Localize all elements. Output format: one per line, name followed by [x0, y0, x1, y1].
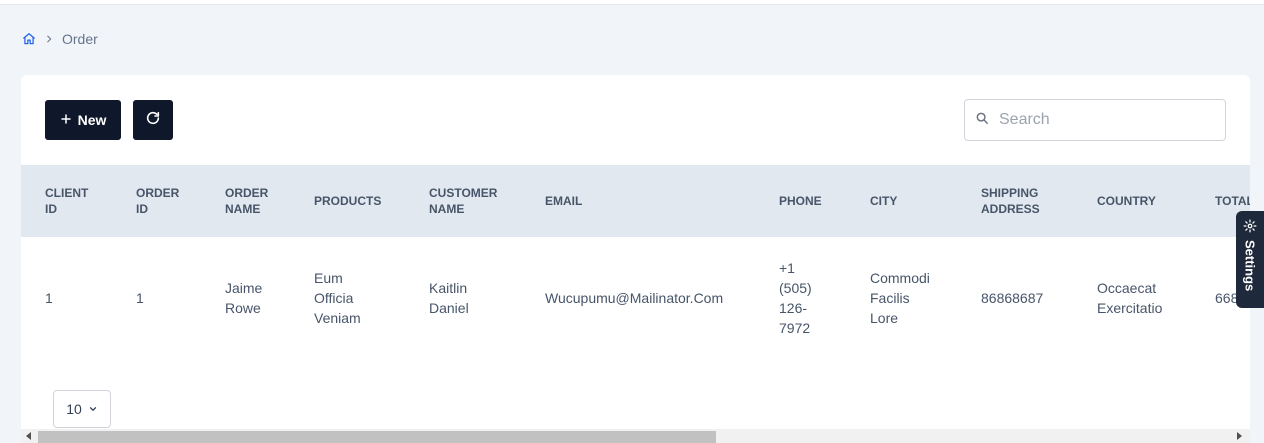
search-box[interactable] — [964, 99, 1226, 141]
settings-tab[interactable]: Settings — [1236, 211, 1264, 308]
cell-customer-name: Kaitlin Daniel — [429, 280, 469, 316]
scroll-right-icon[interactable] — [1237, 432, 1242, 440]
header-products[interactable]: PRODUCTS — [314, 165, 381, 237]
gear-icon — [1243, 219, 1257, 236]
chevron-right-icon — [44, 34, 54, 44]
cell-order-id: 1 — [136, 290, 144, 306]
header-customer-name[interactable]: CUSTOMER NAME — [429, 165, 497, 237]
refresh-button[interactable] — [133, 100, 173, 140]
cell-total: 668 — [1215, 290, 1239, 306]
cell-shipping-address: 86868687 — [981, 290, 1044, 306]
cell-phone: +1 (505) 126- 7972 — [779, 260, 812, 336]
page-size-select[interactable]: 10 — [53, 390, 111, 428]
cell-client-id: 1 — [45, 290, 53, 306]
search-input[interactable] — [997, 110, 1211, 130]
top-bar — [0, 0, 1264, 5]
settings-tab-label: Settings — [1242, 240, 1258, 292]
horizontal-scrollbar[interactable] — [21, 429, 1250, 443]
page-size-value: 10 — [66, 401, 82, 417]
breadcrumb: Order — [22, 31, 98, 47]
header-order-name[interactable]: ORDER NAME — [225, 165, 268, 237]
cell-country: Occaecat Exercitatio — [1097, 280, 1163, 316]
refresh-icon — [145, 110, 161, 131]
plus-icon — [60, 112, 72, 128]
header-city[interactable]: CITY — [870, 165, 897, 237]
orders-card: New CLIENTID ORDERID ORDERNAME PRODUCTS … — [21, 75, 1250, 443]
new-button[interactable]: New — [45, 100, 121, 140]
header-order-id[interactable]: ORDER ID — [136, 165, 179, 237]
chevron-down-icon — [88, 401, 98, 417]
breadcrumb-current: Order — [62, 31, 98, 47]
search-icon — [965, 111, 989, 130]
cell-city: Commodi Facilis Lore — [870, 270, 930, 326]
scrollbar-thumb[interactable] — [38, 431, 716, 443]
cell-email: Wucupumu@Mailinator.Com — [545, 290, 724, 306]
home-icon[interactable] — [22, 32, 36, 46]
header-shipping-address[interactable]: SHIPPING ADDRESS — [981, 165, 1040, 237]
scroll-left-icon[interactable] — [26, 432, 31, 440]
table-row[interactable]: 1 1 Jaime Rowe Eum Officia Veniam Kaitlin Da… — [21, 237, 1250, 359]
cell-products: Eum Officia Veniam — [314, 270, 361, 326]
header-phone[interactable]: PHONE — [779, 165, 822, 237]
header-client-id[interactable]: CLIENT ID — [45, 165, 88, 237]
header-email[interactable]: EMAIL — [545, 165, 582, 237]
table-header: CLIENT ID ORDER ID ORDER NAME PRODUCTS CUST… — [21, 165, 1250, 237]
cell-order-name: Jaime Rowe — [225, 280, 263, 316]
new-button-label: New — [77, 112, 107, 128]
header-country[interactable]: COUNTRY — [1097, 165, 1156, 237]
